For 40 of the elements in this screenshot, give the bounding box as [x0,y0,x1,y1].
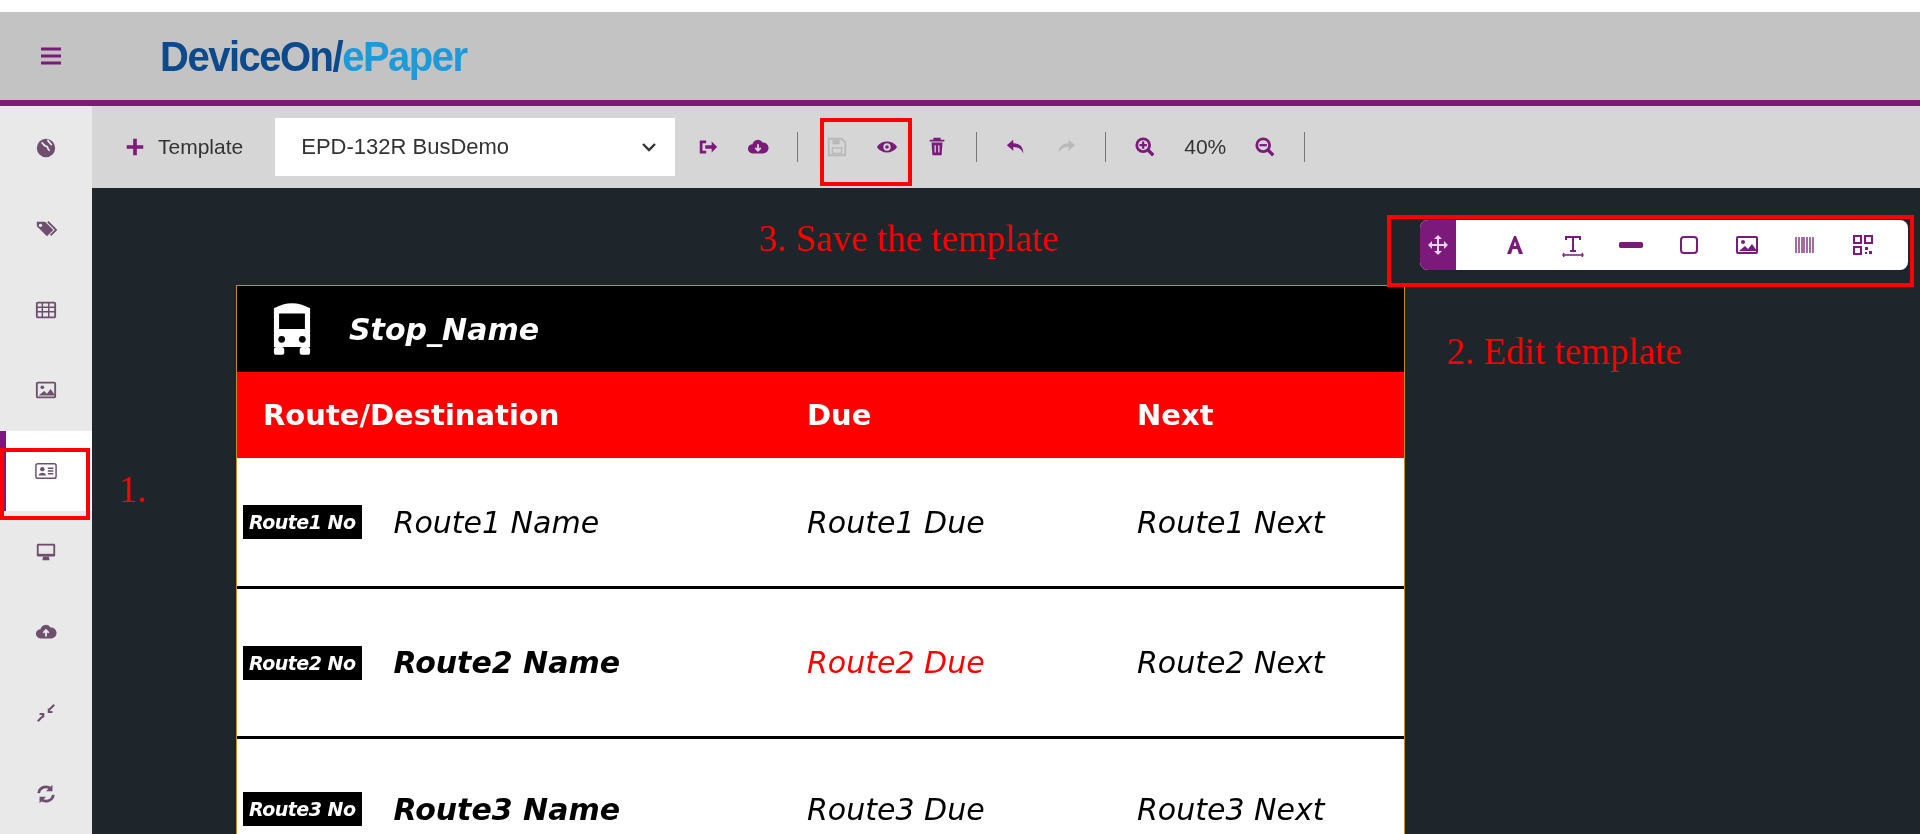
move-tool[interactable] [1420,220,1456,270]
next-time: Route2 Next [1137,645,1327,680]
rectangle-icon [1677,233,1701,257]
qr-code-icon [1851,233,1875,257]
plus-icon [124,136,146,158]
zoom-out-icon [1254,136,1277,158]
zoom-in-button[interactable] [1134,136,1157,158]
annotation-text: 1. [119,468,147,511]
sync-icon [35,782,57,805]
route-name: Route2 Name [393,645,621,680]
globe-icon [35,137,57,160]
annotation-text: 2. Edit template [1447,330,1683,373]
stop-name: Stop_Name [349,311,539,347]
route-number-badge: Route1 No [243,505,362,539]
move-icon [1426,233,1450,257]
column-header: Route/Destination [262,398,561,432]
image-icon [1735,233,1759,257]
annotation-text: 3. Save the template [759,217,1059,260]
route-number-badge: Route2 No [243,645,362,680]
due-time: Route2 Due [807,645,986,680]
chevron-down-icon [641,142,658,152]
route-name: Route1 Name [393,504,600,540]
next-time: Route3 Next [1137,791,1327,827]
id-card-icon [35,460,57,482]
compress-icon [35,702,57,725]
text-box-icon [1561,233,1585,257]
due-time: Route3 Due [807,791,986,827]
zoom-level: 40% [1184,135,1227,159]
add-template-button[interactable]: Template [124,135,244,159]
column-header: Next [1137,398,1215,432]
save-icon [826,136,849,158]
next-time: Route1 Next [1137,504,1327,540]
due-time: Route1 Due [807,504,986,540]
app-logo: DeviceOn/ePaper [160,32,467,80]
zoom-in-icon [1134,136,1157,158]
column-header: Due [807,398,873,432]
zoom-out-button[interactable] [1254,136,1277,158]
route-number-badge: Route3 No [243,792,362,826]
template-select[interactable]: EPD-132R BusDemo [275,118,676,176]
route-name: Route3 Name [393,791,621,827]
